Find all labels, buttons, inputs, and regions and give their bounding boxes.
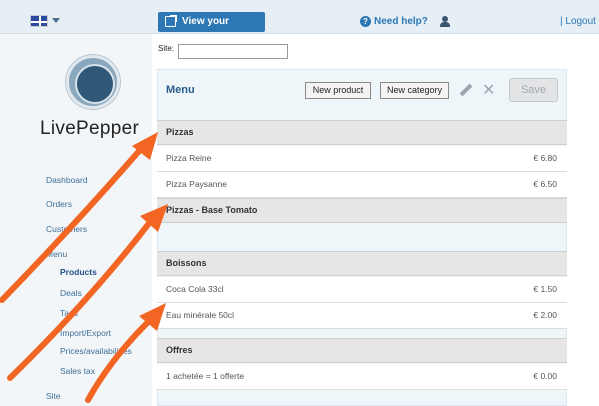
logout-link[interactable]: | Logout	[560, 16, 596, 27]
close-icon[interactable]: ✕	[482, 80, 495, 100]
sidebar-item-sales-tax[interactable]: Sales tax	[60, 366, 95, 376]
sidebar-item-customers[interactable]: Customers	[46, 224, 87, 234]
product-name: Pizza Paysanne	[166, 179, 227, 189]
sidebar-item-orders[interactable]: Orders	[46, 199, 72, 209]
question-icon: ?	[360, 16, 371, 27]
view-website-button[interactable]: View your website	[158, 12, 265, 47]
need-help-link[interactable]: ? Need help?	[360, 16, 428, 27]
product-row[interactable]: Pizza Reine € 6.80	[157, 146, 567, 172]
external-link-icon	[165, 15, 177, 27]
product-name: Pizza Reine	[166, 153, 212, 163]
product-name: Coca Cola 33cl	[166, 284, 224, 294]
product-row[interactable]: Eau minérale 50cl € 2.00	[157, 303, 567, 329]
sidebar-item-import-export[interactable]: Import/Export	[60, 328, 111, 338]
sidebar-item-dashboard[interactable]: Dashboard	[46, 175, 88, 185]
category-header[interactable]: Offres	[157, 338, 567, 363]
product-price: € 2.00	[533, 310, 557, 320]
chevron-down-icon[interactable]	[52, 18, 60, 23]
sidebar-item-prices[interactable]: Prices/availabilities	[60, 346, 132, 356]
product-row[interactable]: Pizza Paysanne € 6.50	[157, 172, 567, 198]
brand-name: LivePepper	[40, 118, 140, 139]
category-header[interactable]: Pizzas	[157, 120, 567, 145]
top-bar: View your website ? Need help? | Logout	[0, 0, 599, 47]
site-label: Site:	[158, 44, 175, 53]
uk-flag-icon[interactable]	[30, 15, 48, 27]
page-title: Menu	[166, 84, 195, 96]
sidebar-item-deals[interactable]: Deals	[60, 288, 82, 298]
sidebar-item-tags[interactable]: Tags	[60, 308, 78, 318]
product-row[interactable]: Coca Cola 33cl € 1.50	[157, 277, 567, 303]
new-product-button[interactable]: New product	[305, 82, 371, 99]
category-header[interactable]: Boissons	[157, 251, 567, 276]
pencil-icon[interactable]	[460, 84, 473, 97]
category-header[interactable]: Pizzas - Base Tomato	[157, 198, 567, 223]
user-icon[interactable]	[440, 16, 450, 27]
product-row[interactable]: 1 achetée = 1 offerte € 0.00	[157, 364, 567, 390]
sidebar-item-menu[interactable]: Menu	[46, 249, 67, 259]
new-category-button[interactable]: New category	[380, 82, 449, 99]
product-price: € 6.50	[533, 179, 557, 189]
sidebar-item-products[interactable]: Products	[60, 267, 97, 277]
sidebar-item-site[interactable]: Site	[46, 391, 61, 401]
product-price: € 1.50	[533, 284, 557, 294]
need-help-label: Need help?	[374, 16, 428, 27]
product-price: € 6.80	[533, 153, 557, 163]
view-website-label: View your website	[182, 16, 230, 47]
livepepper-logo-icon	[66, 55, 120, 109]
product-price: € 0.00	[533, 371, 557, 381]
save-button[interactable]: Save	[509, 78, 558, 102]
product-name: 1 achetée = 1 offerte	[166, 371, 245, 381]
site-input[interactable]	[178, 44, 288, 59]
product-name: Eau minérale 50cl	[166, 310, 235, 320]
